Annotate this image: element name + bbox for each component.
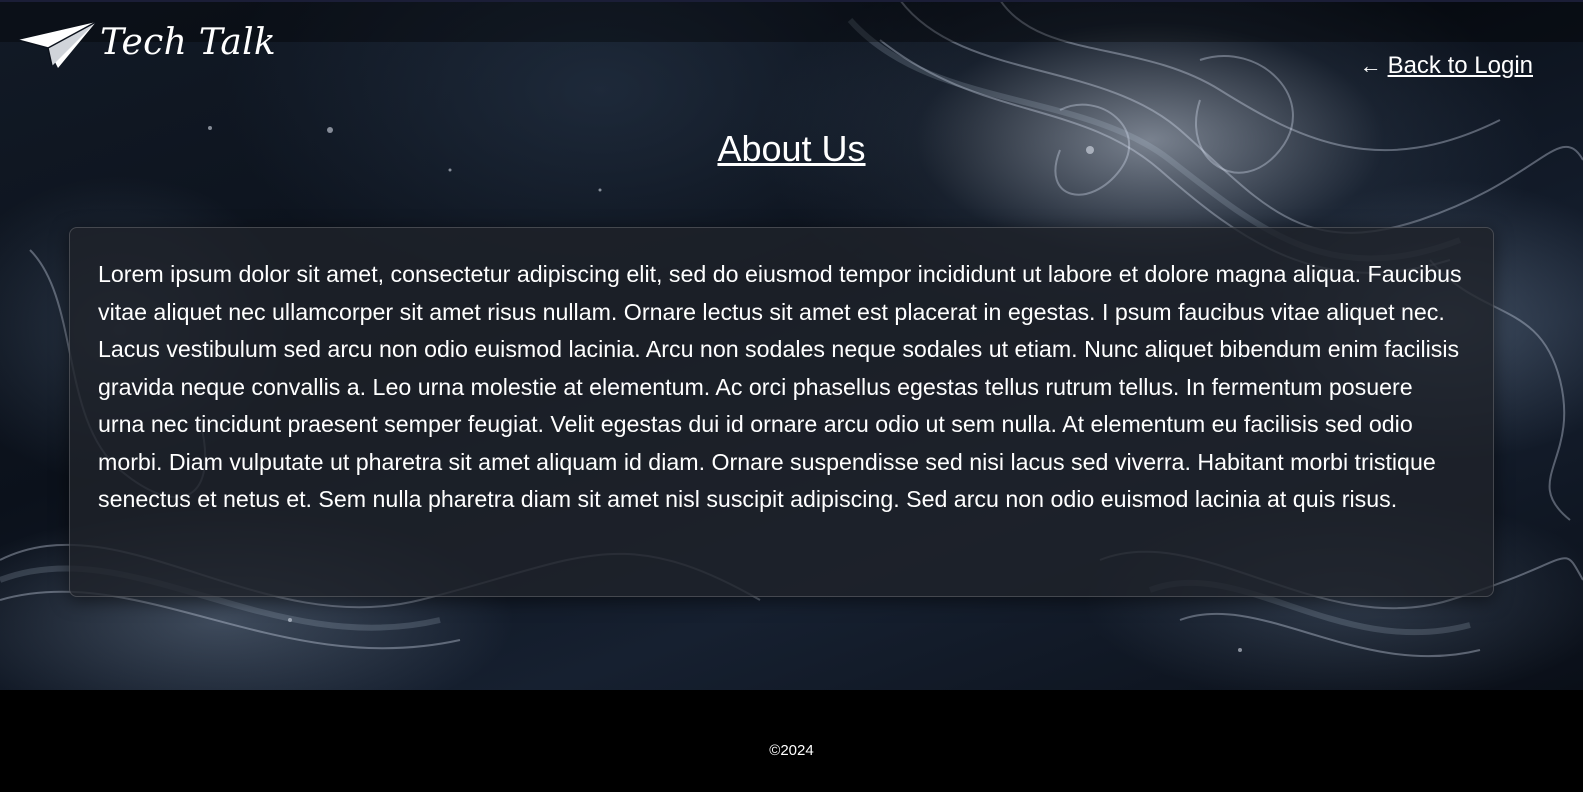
back-to-login-link[interactable]: ← Back to Login xyxy=(1360,52,1533,80)
paper-plane-icon xyxy=(18,21,97,68)
copyright-text: ©2024 xyxy=(769,742,814,759)
about-page: Tech Talk ← Back to Login About Us Lorem… xyxy=(0,0,1583,792)
about-description: Lorem ipsum dolor sit amet, consectetur … xyxy=(98,261,1462,512)
footer: ©2024 xyxy=(0,690,1583,792)
back-to-login-label: Back to Login xyxy=(1387,52,1533,79)
about-card: Lorem ipsum dolor sit amet, consectetur … xyxy=(69,227,1494,597)
page-title: About Us xyxy=(717,128,866,169)
brand-logo[interactable]: Tech Talk xyxy=(18,20,276,70)
arrow-left-icon: ← xyxy=(1359,53,1382,78)
brand-name: Tech Talk xyxy=(100,21,277,63)
